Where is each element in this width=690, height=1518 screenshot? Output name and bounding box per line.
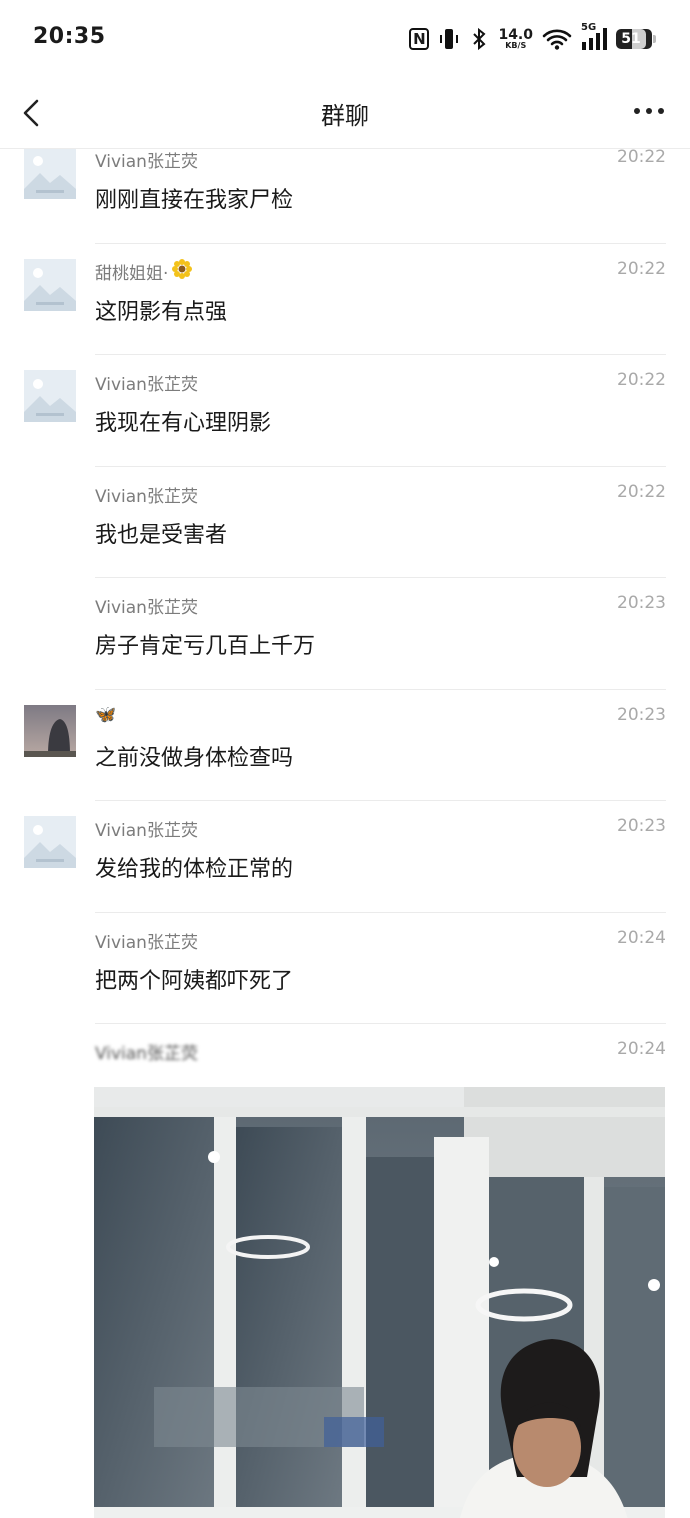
message-list[interactable]: Vivian张芷荧 20:22 刚刚直接在我家尸检 甜桃姐姐· 20:22 这阴… bbox=[0, 149, 690, 1518]
message-item[interactable]: Vivian张芷荧 20:23 房子肯定亏几百上千万 bbox=[0, 578, 690, 690]
battery-level: 51 bbox=[621, 31, 641, 47]
message-item[interactable]: Vivian张芷荧 20:22 我现在有心理阴影 bbox=[0, 355, 690, 467]
message-time: 20:24 bbox=[617, 1039, 666, 1059]
avatar-placeholder[interactable] bbox=[24, 149, 76, 199]
status-time: 20:35 bbox=[33, 24, 106, 49]
sender-name-text: 甜桃姐姐· bbox=[95, 263, 169, 284]
net-speed: 14.0 KB/S bbox=[498, 28, 533, 50]
message-text[interactable]: 这阴影有点强 bbox=[95, 294, 227, 326]
message-item[interactable]: Vivian张芷荧 20:23 发给我的体检正常的 bbox=[0, 801, 690, 913]
sender-name[interactable]: Vivian张芷荧 bbox=[95, 1039, 198, 1064]
message-text[interactable]: 发给我的体检正常的 bbox=[95, 851, 293, 883]
message-time: 20:23 bbox=[617, 816, 666, 836]
avatar-photo[interactable] bbox=[24, 704, 76, 757]
message-time: 20:22 bbox=[617, 258, 666, 279]
status-bar: 20:35 N 14.0 KB/S 5G 51 bbox=[0, 0, 690, 78]
message-time: 20:22 bbox=[617, 149, 666, 167]
butterfly-icon: 🦋 bbox=[95, 704, 117, 725]
sender-name[interactable]: 甜桃姐姐· bbox=[95, 258, 193, 284]
sender-name[interactable]: Vivian张芷荧 bbox=[95, 482, 198, 507]
sender-name[interactable]: Vivian张芷荧 bbox=[95, 149, 198, 172]
message-time: 20:23 bbox=[617, 704, 666, 725]
message-time: 20:23 bbox=[617, 593, 666, 613]
message-time: 20:22 bbox=[617, 481, 666, 502]
bluetooth-icon bbox=[469, 27, 489, 51]
message-text[interactable]: 我也是受害者 bbox=[95, 517, 227, 549]
message-text[interactable]: 刚刚直接在我家尸检 bbox=[95, 182, 293, 214]
message-item[interactable]: Vivian张芷荧 20:24 把两个阿姨都吓死了 bbox=[0, 913, 690, 1024]
battery-icon: 51 bbox=[616, 29, 656, 49]
sender-name[interactable]: Vivian张芷荧 bbox=[95, 928, 198, 953]
sender-name[interactable]: Vivian张芷荧 bbox=[95, 370, 198, 395]
message-item[interactable]: Vivian张芷荧 20:22 我也是受害者 bbox=[0, 467, 690, 578]
wifi-icon bbox=[542, 28, 572, 50]
page-title: 群聊 bbox=[321, 102, 369, 130]
message-item-image[interactable]: Vivian张芷荧 20:24 bbox=[0, 1024, 690, 1518]
message-time: 20:24 bbox=[617, 927, 666, 948]
signal-label: 5G bbox=[581, 22, 597, 33]
status-icons: N 14.0 KB/S 5G 51 bbox=[409, 22, 656, 54]
more-dots-icon[interactable] bbox=[634, 106, 664, 116]
vibrate-icon bbox=[438, 27, 460, 51]
message-text[interactable]: 我现在有心理阴影 bbox=[95, 405, 271, 437]
cell-signal-icon: 5G bbox=[581, 22, 607, 50]
sender-name[interactable]: Vivian张芷荧 bbox=[95, 593, 198, 618]
avatar-placeholder[interactable] bbox=[24, 370, 76, 422]
nav-bar: 群聊 bbox=[0, 78, 690, 149]
net-speed-unit: KB/S bbox=[505, 41, 527, 50]
sender-name[interactable]: Vivian张芷荧 bbox=[95, 816, 198, 841]
net-speed-value: 14.0 bbox=[498, 27, 533, 43]
nfc-icon: N bbox=[409, 28, 430, 50]
message-item[interactable]: 甜桃姐姐· 20:22 这阴影有点强 bbox=[0, 244, 690, 355]
message-item[interactable]: Vivian张芷荧 20:22 刚刚直接在我家尸检 bbox=[0, 149, 690, 244]
message-text[interactable]: 把两个阿姨都吓死了 bbox=[95, 963, 293, 995]
message-item[interactable]: 🦋 20:23 之前没做身体检查吗 bbox=[0, 690, 690, 801]
avatar-placeholder[interactable] bbox=[24, 816, 76, 868]
avatar-placeholder[interactable] bbox=[24, 258, 76, 311]
sender-name[interactable]: 🦋 bbox=[95, 705, 116, 725]
sunflower-icon bbox=[172, 258, 193, 284]
message-time: 20:22 bbox=[617, 370, 666, 390]
message-text[interactable]: 房子肯定亏几百上千万 bbox=[95, 628, 315, 660]
message-photo[interactable] bbox=[94, 1087, 665, 1518]
message-text[interactable]: 之前没做身体检查吗 bbox=[95, 740, 293, 772]
